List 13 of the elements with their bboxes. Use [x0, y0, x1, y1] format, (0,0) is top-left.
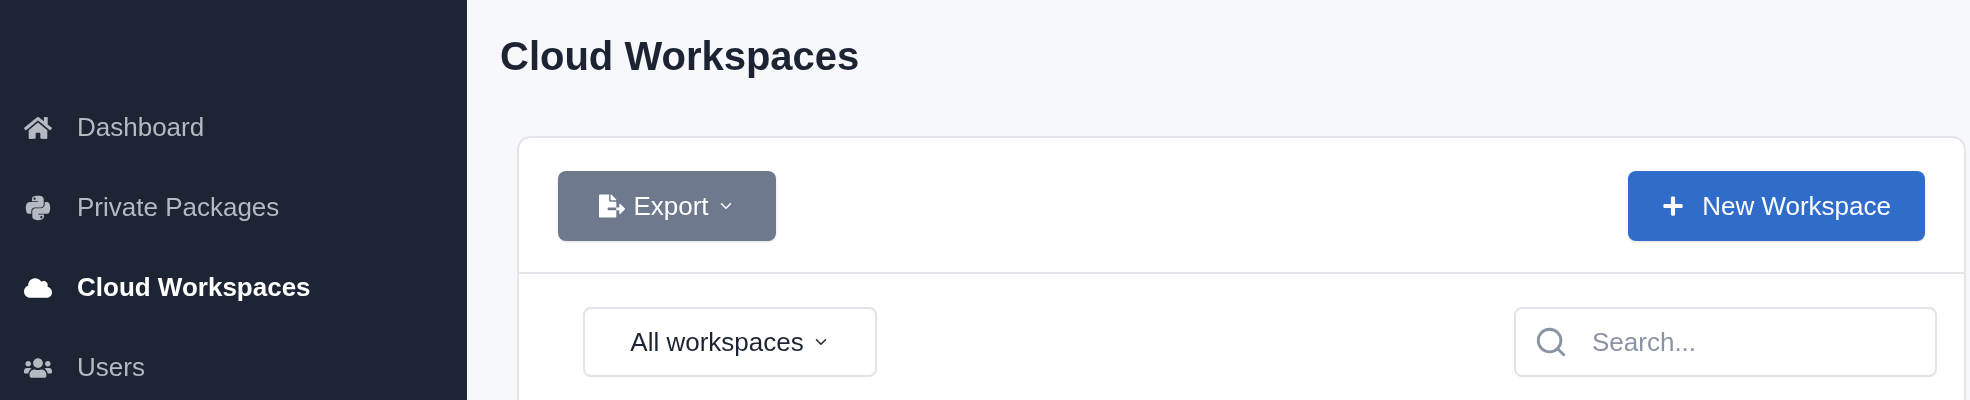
workspace-filter-dropdown[interactable]: All workspaces — [583, 307, 877, 377]
page-title: Cloud Workspaces — [500, 33, 860, 80]
search-field[interactable]: Search... — [1514, 307, 1937, 377]
sidebar-item[interactable]: Users — [20, 348, 467, 387]
sidebar-item[interactable]: Dashboard — [20, 108, 467, 147]
snake-icon — [23, 193, 52, 222]
plus-icon — [1662, 195, 1685, 217]
sidebar-item[interactable]: Cloud Workspaces — [20, 268, 467, 307]
export-button[interactable]: Export — [558, 171, 776, 241]
file-export-icon — [599, 193, 626, 219]
sidebar-item[interactable]: Private Packages — [20, 188, 467, 227]
search-icon — [1534, 325, 1568, 359]
new-workspace-button[interactable]: New Workspace — [1628, 171, 1925, 241]
